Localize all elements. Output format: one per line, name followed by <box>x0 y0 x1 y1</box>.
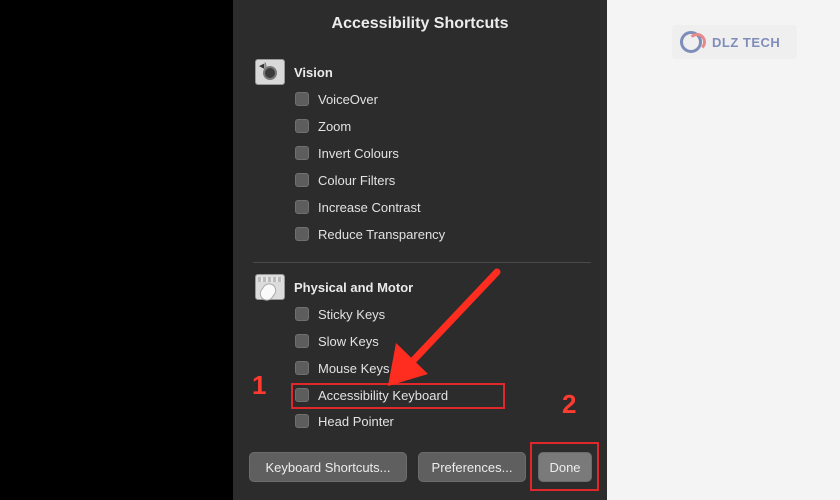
accessibility-vision-icon: ◀) <box>255 59 285 85</box>
dialog-title: Accessibility Shortcuts <box>331 15 509 32</box>
mouse-keys-checkbox[interactable] <box>295 361 309 375</box>
section-title-physical-motor: Physical and Motor <box>294 280 414 295</box>
accessibility-shortcuts-dialog: Accessibility Shortcuts ◀) Vision VoiceO… <box>233 0 607 500</box>
dlz-logo-icon <box>680 31 706 53</box>
option-head-pointer[interactable]: Head Pointer <box>295 412 394 430</box>
keyboard-shortcuts-button[interactable]: Keyboard Shortcuts... <box>249 452 407 482</box>
option-slow-keys[interactable]: Slow Keys <box>295 332 379 350</box>
option-voiceover[interactable]: VoiceOver <box>295 90 378 108</box>
highlight-done-button <box>530 442 599 491</box>
option-label: Sticky Keys <box>318 306 386 322</box>
option-mouse-keys[interactable]: Mouse Keys <box>295 359 390 377</box>
preferences-button[interactable]: Preferences... <box>418 452 526 482</box>
colour-filters-checkbox[interactable] <box>295 173 309 187</box>
keyboard-mouse-icon <box>255 274 285 304</box>
voiceover-checkbox[interactable] <box>295 92 309 106</box>
option-label: Zoom <box>318 118 352 134</box>
reduce-transparency-checkbox[interactable] <box>295 227 309 241</box>
option-colour-filters[interactable]: Colour Filters <box>295 171 395 189</box>
slow-keys-checkbox[interactable] <box>295 334 309 348</box>
option-label: VoiceOver <box>318 91 378 107</box>
head-pointer-checkbox[interactable] <box>295 414 309 428</box>
increase-contrast-checkbox[interactable] <box>295 200 309 214</box>
highlight-accessibility-keyboard <box>291 383 505 409</box>
option-label: Increase Contrast <box>318 199 421 215</box>
option-zoom[interactable]: Zoom <box>295 117 351 135</box>
option-label: Colour Filters <box>318 172 396 188</box>
option-sticky-keys[interactable]: Sticky Keys <box>295 305 385 323</box>
option-label: Slow Keys <box>318 333 379 349</box>
step-marker-2: 2 <box>562 389 577 419</box>
option-reduce-transparency[interactable]: Reduce Transparency <box>295 225 445 243</box>
right-background <box>607 0 840 500</box>
option-increase-contrast[interactable]: Increase Contrast <box>295 198 421 216</box>
step-marker-1: 1 <box>252 370 267 400</box>
invert-colours-checkbox[interactable] <box>295 146 309 160</box>
watermark-logo: DLZ TECH <box>672 25 797 59</box>
section-divider <box>253 262 591 263</box>
sticky-keys-checkbox[interactable] <box>295 307 309 321</box>
option-label: Invert Colours <box>318 145 399 161</box>
option-invert-colours[interactable]: Invert Colours <box>295 144 399 162</box>
zoom-checkbox[interactable] <box>295 119 309 133</box>
left-background <box>0 0 233 500</box>
option-label: Reduce Transparency <box>318 226 446 242</box>
option-label: Mouse Keys <box>318 360 390 376</box>
watermark-text: DLZ TECH <box>712 34 781 50</box>
section-title-vision: Vision <box>294 65 333 80</box>
option-label: Head Pointer <box>318 413 394 429</box>
